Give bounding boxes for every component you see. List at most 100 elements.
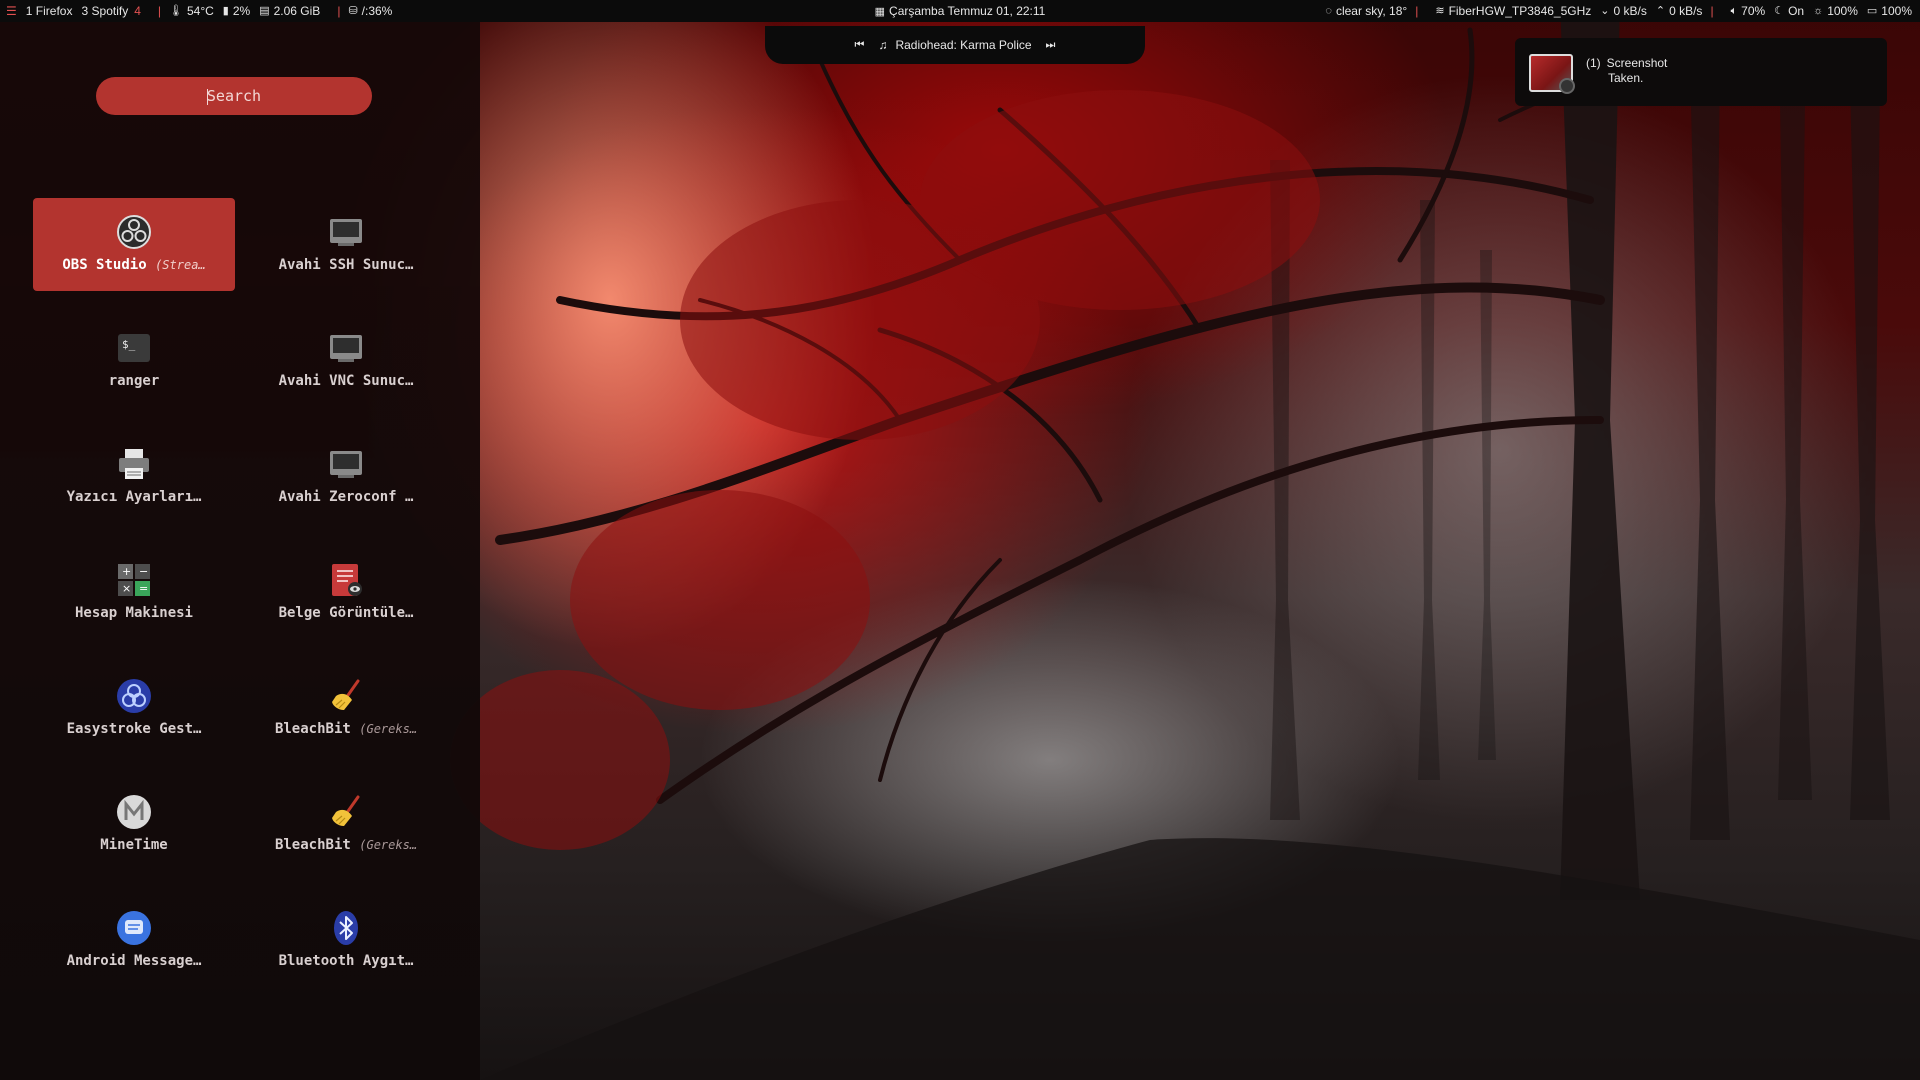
app-name: Avahi Zeroconf … (278, 489, 414, 505)
top-status-bar: ☰ 1 Firefox 3 Spotify 4 | 🌡︎ 54°C ▮ 2% ▤ 2.… (0, 0, 1920, 22)
calculator-icon: + − × = (118, 564, 150, 596)
separator: | (1415, 4, 1419, 18)
app-name: Easystroke Gest… (66, 721, 202, 737)
night-mode-widget[interactable]: ☾ On (1774, 0, 1804, 22)
svg-text:+: + (122, 565, 131, 578)
app-tile-avahi-zeroconf[interactable]: Avahi Zeroconf … (245, 430, 447, 523)
app-tile-label: BleachBit (Gereks… (251, 721, 441, 737)
app-tile-calculator[interactable]: + − × = Hesap Makinesi (33, 546, 235, 639)
bluetooth-icon (334, 911, 358, 945)
wifi-icon: ≋ (1435, 5, 1445, 17)
app-name: Avahi VNC Sunuc… (278, 373, 414, 389)
network-widget[interactable]: ≋ FiberHGW_TP3846_5GHz (1435, 0, 1591, 22)
clock-datetime: Çarşamba Temmuz 01, 22:11 (889, 4, 1046, 18)
next-track-icon[interactable]: ⏭ (1046, 39, 1056, 52)
separator: | (1710, 4, 1714, 18)
svg-text:$_: $_ (122, 338, 136, 351)
weather-value: clear sky, 18° (1335, 4, 1408, 18)
app-tile-obs-studio[interactable]: OBS Studio (Strea… (33, 198, 235, 291)
network-server-icon (330, 451, 362, 478)
printer-icon (119, 449, 149, 479)
app-tile-label: Android Message… (39, 953, 229, 969)
network-server-icon (330, 335, 362, 362)
upload-value: 0 kB/s (1669, 4, 1703, 18)
app-subtitle: (Gereks… (359, 722, 418, 736)
weather-widget: ◌ clear sky, 18° (1325, 0, 1407, 22)
upload-speed: ⌃ 0 kB/s (1656, 0, 1703, 22)
app-tile-label: ranger (39, 373, 229, 389)
battery-widget: ▭ 100% (1867, 0, 1912, 22)
volume-widget[interactable]: 🔈︎ 70% (1731, 0, 1766, 22)
now-playing-track: Radiohead: Karma Police (895, 38, 1032, 52)
app-name: MineTime (100, 837, 168, 853)
status-bar-right: ◌ clear sky, 18° | ≋ FiberHGW_TP3846_5GHz … (1316, 0, 1912, 22)
screenshot-thumbnail-icon (1529, 54, 1575, 94)
network-server-icon (330, 219, 362, 246)
app-tile-bleachbit-root[interactable]: BleachBit (Gereks… (245, 778, 447, 871)
app-tile-label: Avahi VNC Sunuc… (251, 373, 441, 389)
app-launcher: Search OBS Studio (Strea… $_ ranger Yazı… (0, 22, 480, 1080)
app-name: Hesap Makinesi (74, 605, 193, 621)
app-name: Yazıcı Ayarları… (66, 489, 202, 505)
app-name: BleachBit (274, 721, 351, 737)
app-tile-printer-settings[interactable]: Yazıcı Ayarları… (33, 430, 235, 523)
broom-icon (332, 679, 360, 710)
notification-popup[interactable]: (1) Screenshot Taken. (1515, 38, 1887, 106)
download-arrow-icon: ⌄ (1600, 5, 1610, 17)
easystroke-icon (117, 679, 151, 713)
app-name: Bluetooth Aygıt… (278, 953, 414, 969)
app-subtitle: (Strea… (155, 258, 206, 272)
svg-text:−: − (139, 565, 148, 578)
notification-count: (1) (1586, 56, 1601, 70)
search-input[interactable]: Search (96, 77, 372, 115)
app-tile-label: Easystroke Gest… (39, 721, 229, 737)
notification-body: Taken. (1608, 71, 1644, 85)
app-tile-android-messages[interactable]: Android Message… (33, 894, 235, 987)
app-tile-label: Belge Görüntüle… (251, 605, 441, 621)
app-tile-label: Avahi SSH Sunuc… (251, 257, 441, 273)
app-tile-easystroke[interactable]: Easystroke Gest… (33, 662, 235, 755)
music-note-icon: ♫ (878, 38, 888, 52)
speaker-icon: 🔈︎ (1730, 5, 1738, 17)
app-tile-avahi-ssh[interactable]: Avahi SSH Sunuc… (245, 198, 447, 291)
document-viewer-icon (332, 564, 362, 596)
app-tile-label: Yazıcı Ayarları… (39, 489, 229, 505)
app-tile-avahi-vnc[interactable]: Avahi VNC Sunuc… (245, 314, 447, 407)
brightness-widget[interactable]: ☼ 100% (1813, 0, 1858, 22)
app-subtitle: (Gereks… (359, 838, 418, 852)
app-name: ranger (108, 373, 160, 389)
app-name: Avahi SSH Sunuc… (278, 257, 414, 273)
app-tile-bluetooth[interactable]: Bluetooth Aygıt… (245, 894, 447, 987)
app-tile-label: BleachBit (Gereks… (251, 837, 441, 853)
app-tile-label: MineTime (39, 837, 229, 853)
app-tile-minetime[interactable]: MineTime (33, 778, 235, 871)
media-player-popup: ⏮ ♫ Radiohead: Karma Police ⏭ (765, 26, 1145, 64)
sun-icon: ☼ (1813, 5, 1824, 17)
app-tile-label: Bluetooth Aygıt… (251, 953, 441, 969)
battery-value: 100% (1881, 4, 1912, 18)
broom-icon (332, 795, 360, 826)
notification-text: (1) Screenshot Taken. (1586, 56, 1667, 86)
app-name: OBS Studio (62, 257, 147, 273)
app-name: BleachBit (274, 837, 351, 853)
messages-icon (117, 911, 151, 945)
app-tile-label: Avahi Zeroconf … (251, 489, 441, 505)
app-tile-label: Hesap Makinesi (39, 605, 229, 621)
calendar-icon: ▦ (874, 6, 886, 18)
app-name: Belge Görüntüle… (278, 605, 414, 621)
svg-text:×: × (122, 582, 131, 595)
night-mode-value: On (1788, 4, 1805, 18)
search-placeholder: Search (206, 87, 262, 105)
notification-summary: Screenshot (1606, 56, 1668, 70)
app-tile-bleachbit[interactable]: BleachBit (Gereks… (245, 662, 447, 755)
app-tile-document-viewer[interactable]: Belge Görüntüle… (245, 546, 447, 639)
upload-arrow-icon: ⌃ (1655, 5, 1666, 17)
minetime-icon (117, 795, 151, 829)
moon-icon: ☾ (1774, 5, 1785, 17)
terminal-icon: $_ (118, 334, 150, 362)
battery-icon: ▭ (1866, 5, 1878, 17)
app-tile-ranger[interactable]: $_ ranger (33, 314, 235, 407)
download-speed: ⌄ 0 kB/s (1600, 0, 1647, 22)
volume-value: 70% (1741, 4, 1766, 18)
previous-track-icon[interactable]: ⏮ (855, 39, 865, 52)
